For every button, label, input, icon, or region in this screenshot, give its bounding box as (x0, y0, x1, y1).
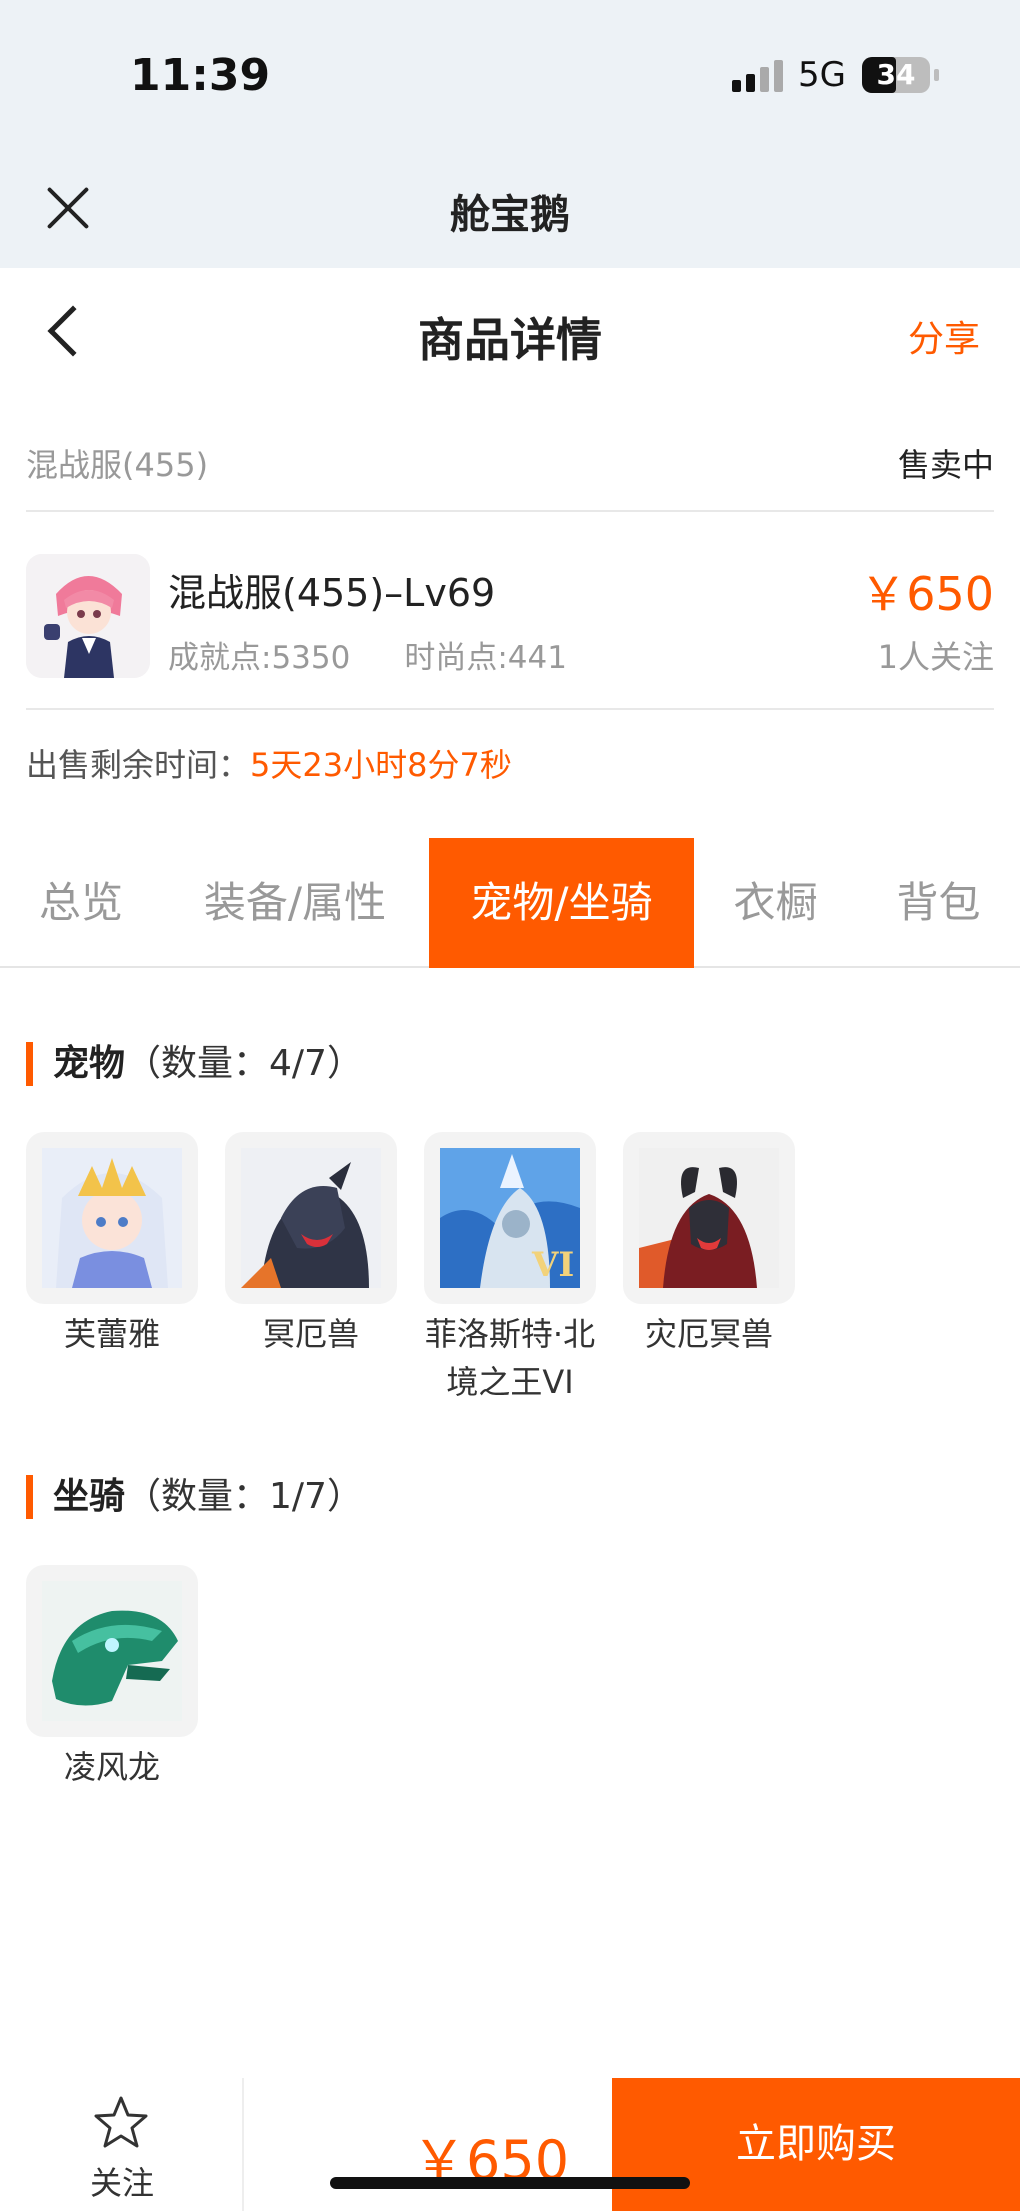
tab-pets-mounts[interactable]: 宠物/坐骑 (429, 838, 694, 968)
home-indicator[interactable] (330, 2177, 690, 2189)
buy-now-button[interactable]: 立即购买 (612, 2078, 1020, 2211)
pet-image (623, 1132, 795, 1304)
remaining-time: 出售剩余时间：5天23小时8分7秒 (26, 740, 512, 786)
pets-count: （数量：4/7） (125, 1043, 363, 1084)
svg-text:VI: VI (531, 1245, 574, 1285)
tab-wardrobe[interactable]: 衣橱 (694, 838, 857, 968)
status-badge: 售卖中 (897, 446, 994, 484)
network-label: 5G (798, 55, 846, 95)
pets-title: 宠物 (53, 1043, 126, 1084)
tab-overview[interactable]: 总览 (0, 838, 162, 968)
nav-bar: 商品详情 分享 (0, 268, 1020, 398)
pet-card[interactable]: 芙蕾雅 (26, 1132, 198, 1358)
star-icon (94, 2096, 148, 2148)
achievement-points: 成就点:5350 (168, 640, 351, 676)
mount-image (26, 1565, 198, 1737)
fashion-points: 时尚点:441 (404, 640, 567, 676)
remaining-time-label: 出售剩余时间： (26, 746, 251, 784)
bottom-bar: 关注 ￥650 立即购买 (0, 2078, 1020, 2211)
pet-card[interactable]: VI 菲洛斯特·北境之王VI (424, 1132, 596, 1406)
character-avatar (26, 554, 150, 678)
pet-image: VI (424, 1132, 596, 1304)
close-icon[interactable] (40, 180, 96, 236)
product-stats: 成就点:5350 时尚点:441 (168, 632, 567, 677)
server-name: 混战服(455) (26, 446, 209, 484)
detail-tabs: 总览 装备/属性 宠物/坐骑 衣橱 背包 (0, 838, 1020, 968)
status-time: 11:39 (130, 50, 271, 101)
app-header: 舱宝鹅 (0, 150, 1020, 268)
follower-count: 1人关注 (877, 638, 994, 676)
mount-card[interactable]: 凌风龙 (26, 1565, 198, 1791)
product-name: 混战服(455)–Lv69 (168, 571, 496, 615)
signal-icon (732, 60, 784, 92)
mounts-title: 坐骑 (53, 1476, 126, 1517)
product-price: ￥650 (860, 567, 994, 621)
product-summary[interactable]: 混战服(455)–Lv69 成就点:5350 时尚点:441 ￥650 1人关注 (26, 530, 994, 710)
page-title: 商品详情 (418, 313, 602, 367)
follow-button[interactable]: 关注 (0, 2078, 244, 2211)
status-bar: 11:39 5G 34 (0, 0, 1020, 150)
pet-name: 冥厄兽 (262, 1315, 359, 1353)
share-button[interactable]: 分享 (908, 310, 980, 362)
pet-card[interactable]: 冥厄兽 (225, 1132, 397, 1358)
app-title: 舱宝鹅 (450, 192, 570, 238)
remaining-time-value: 5天23小时8分7秒 (250, 746, 512, 784)
mounts-section-title: 坐骑（数量：1/7） (26, 1475, 363, 1519)
pet-image (26, 1132, 198, 1304)
pet-name: 芙蕾雅 (63, 1315, 160, 1353)
mounts-count: （数量：1/7） (125, 1476, 363, 1517)
pet-name: 灾厄冥兽 (644, 1315, 773, 1353)
pet-card[interactable]: 灾厄冥兽 (623, 1132, 795, 1358)
pet-name: 菲洛斯特·北境之王VI (424, 1315, 596, 1401)
tab-backpack[interactable]: 背包 (857, 838, 1020, 968)
battery-level: 34 (876, 58, 916, 91)
follow-label: 关注 (89, 2164, 154, 2202)
pets-section-title: 宠物（数量：4/7） (26, 1042, 363, 1086)
server-row: 混战服(455) 售卖中 (26, 420, 994, 512)
battery-icon: 34 (862, 57, 939, 93)
mount-name: 凌风龙 (63, 1748, 160, 1786)
pet-image (225, 1132, 397, 1304)
tab-equipment[interactable]: 装备/属性 (162, 838, 428, 968)
